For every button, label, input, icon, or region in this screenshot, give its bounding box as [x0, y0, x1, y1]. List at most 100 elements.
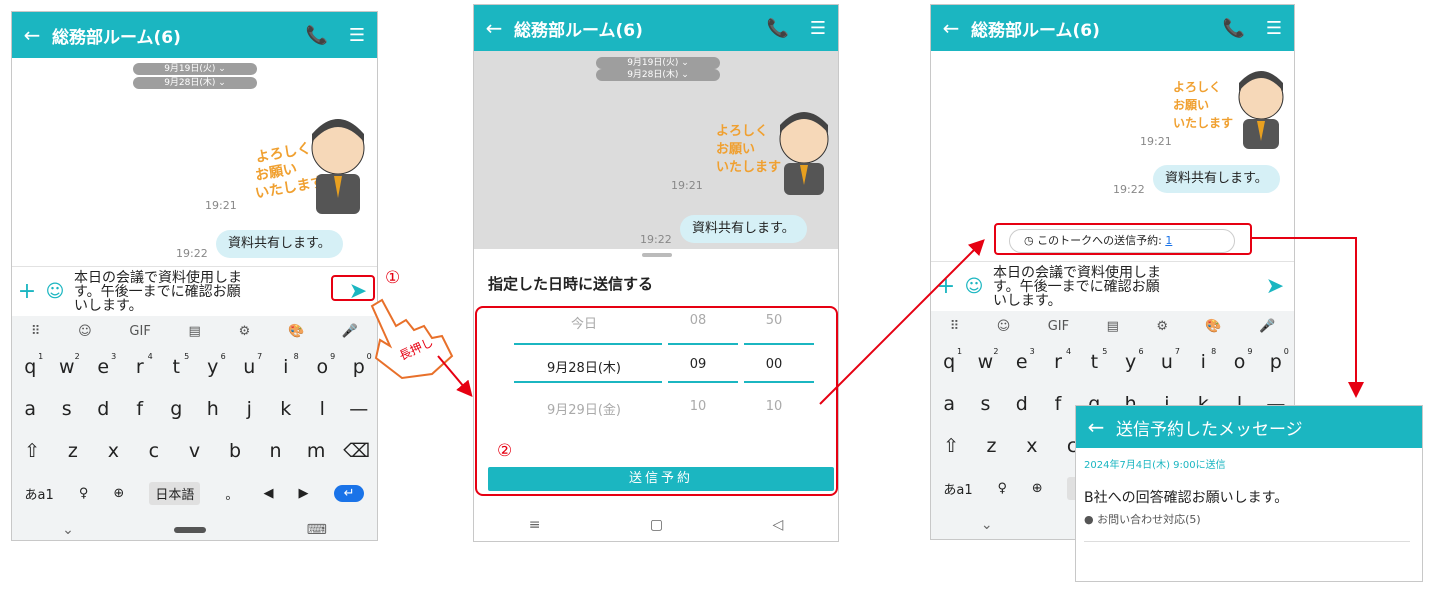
date-pill[interactable]: 9月28日(木) ⌄: [133, 77, 257, 89]
chevron-down-icon[interactable]: ⌄: [981, 517, 993, 533]
message-bubble[interactable]: 資料共有します。: [1153, 165, 1280, 193]
key[interactable]: s: [970, 393, 1000, 415]
key[interactable]: f: [1043, 393, 1073, 415]
key[interactable]: c: [139, 440, 169, 462]
reserved-item[interactable]: 2024年7月4日(木) 9:00に送信 B社への回答確認お願いします。 ● お…: [1084, 456, 1410, 542]
voice-key[interactable]: ♀: [79, 486, 89, 501]
settings-icon[interactable]: ⚙: [239, 324, 251, 339]
message-input[interactable]: 本日の会議で資料使用しま す。午後一までに確認お願 いします。: [987, 266, 1256, 308]
plus-icon[interactable]: +: [12, 279, 42, 304]
key[interactable]: o9: [307, 352, 337, 378]
key[interactable]: f: [125, 398, 155, 420]
mic-icon[interactable]: 🎤: [1259, 319, 1275, 334]
globe-icon[interactable]: ⊕: [1032, 481, 1043, 496]
key[interactable]: g: [161, 398, 191, 420]
left-key[interactable]: ◀: [263, 486, 273, 501]
menu-icon[interactable]: ☰: [1254, 18, 1294, 39]
key[interactable]: e3: [88, 352, 118, 378]
sticker-icon[interactable]: ☺: [997, 319, 1011, 334]
key[interactable]: v: [179, 440, 209, 462]
back-arrow-icon[interactable]: ←: [931, 16, 971, 40]
key[interactable]: u7: [1152, 347, 1182, 373]
message-bubble[interactable]: 資料共有します。: [216, 230, 343, 258]
back-arrow-icon[interactable]: ←: [12, 23, 52, 47]
japanese-key[interactable]: 日本語: [149, 481, 201, 505]
key[interactable]: y6: [198, 352, 228, 378]
menu-icon[interactable]: ☰: [337, 25, 377, 46]
key[interactable]: l: [307, 398, 337, 420]
home-icon[interactable]: ▢: [650, 517, 663, 533]
menu-icon[interactable]: ☰: [798, 18, 838, 39]
key[interactable]: t5: [1079, 347, 1109, 373]
key[interactable]: k: [271, 398, 301, 420]
clipboard-icon[interactable]: ▤: [1107, 319, 1119, 334]
key[interactable]: o9: [1225, 347, 1255, 373]
key[interactable]: u7: [234, 352, 264, 378]
key[interactable]: —: [344, 398, 374, 420]
globe-icon[interactable]: ⊕: [113, 486, 124, 501]
phone-icon[interactable]: 📞: [758, 18, 798, 39]
key[interactable]: q1: [934, 347, 964, 373]
message-input[interactable]: 本日の会議で資料使用しま す。午後一までに確認お願 いします。: [68, 271, 339, 313]
message-bubble[interactable]: 資料共有します。: [680, 215, 807, 243]
key[interactable]: z: [976, 435, 1006, 457]
key[interactable]: d: [1007, 393, 1037, 415]
grid-icon[interactable]: ⠿: [31, 324, 41, 339]
mic-icon[interactable]: 🎤: [342, 324, 358, 339]
key[interactable]: a: [934, 393, 964, 415]
palette-icon[interactable]: 🎨: [288, 324, 304, 339]
key[interactable]: q1: [15, 352, 45, 378]
gif-button[interactable]: GIF: [129, 324, 150, 339]
date-pill[interactable]: 9月19日(火) ⌄: [596, 57, 720, 69]
keyboard-icon[interactable]: ⌨: [307, 522, 327, 538]
plus-icon[interactable]: +: [931, 274, 961, 299]
settings-icon[interactable]: ⚙: [1156, 319, 1168, 334]
key[interactable]: w2: [52, 352, 82, 378]
key[interactable]: s: [52, 398, 82, 420]
voice-key[interactable]: ♀: [997, 481, 1007, 496]
phone-icon[interactable]: 📞: [297, 25, 337, 46]
shift-key[interactable]: ⇧: [936, 435, 966, 457]
key[interactable]: n: [261, 440, 291, 462]
enter-key[interactable]: ↵: [333, 484, 365, 502]
key[interactable]: h: [198, 398, 228, 420]
phone-icon[interactable]: 📞: [1214, 18, 1254, 39]
home-pill-icon[interactable]: [174, 527, 207, 533]
mode-key[interactable]: あa1: [25, 484, 54, 503]
key[interactable]: j: [234, 398, 264, 420]
back-icon[interactable]: ◁: [772, 517, 783, 533]
key[interactable]: t5: [161, 352, 191, 378]
key[interactable]: w2: [970, 347, 1000, 373]
emoji-icon[interactable]: ☺: [42, 281, 68, 302]
key[interactable]: x: [98, 440, 128, 462]
back-arrow-icon[interactable]: ←: [1076, 415, 1116, 439]
recents-icon[interactable]: ≡: [529, 517, 541, 533]
grid-icon[interactable]: ⠿: [950, 319, 960, 334]
key[interactable]: m: [301, 440, 331, 462]
mode-key[interactable]: あa1: [943, 479, 972, 498]
send-icon[interactable]: ➤: [1256, 274, 1294, 299]
back-arrow-icon[interactable]: ←: [474, 16, 514, 40]
key[interactable]: p0: [1261, 347, 1291, 373]
date-pill[interactable]: 9月19日(火) ⌄: [133, 63, 257, 75]
key[interactable]: e3: [1007, 347, 1037, 373]
shift-key[interactable]: ⇧: [17, 440, 47, 462]
key[interactable]: r4: [1043, 347, 1073, 373]
key[interactable]: y6: [1116, 347, 1146, 373]
key[interactable]: i8: [1188, 347, 1218, 373]
chevron-down-icon[interactable]: ⌄: [62, 522, 74, 538]
sticker-icon[interactable]: ☺: [78, 324, 92, 339]
gif-button[interactable]: GIF: [1048, 319, 1069, 334]
period-key[interactable]: 。: [225, 484, 238, 503]
palette-icon[interactable]: 🎨: [1205, 319, 1221, 334]
emoji-icon[interactable]: ☺: [961, 276, 987, 297]
right-key[interactable]: ▶: [299, 486, 309, 501]
date-pill[interactable]: 9月28日(木) ⌄: [596, 69, 720, 81]
key[interactable]: i8: [271, 352, 301, 378]
key[interactable]: x: [1017, 435, 1047, 457]
sheet-handle[interactable]: [642, 253, 672, 257]
key[interactable]: z: [58, 440, 88, 462]
clipboard-icon[interactable]: ▤: [189, 324, 201, 339]
key[interactable]: d: [88, 398, 118, 420]
key[interactable]: r4: [125, 352, 155, 378]
